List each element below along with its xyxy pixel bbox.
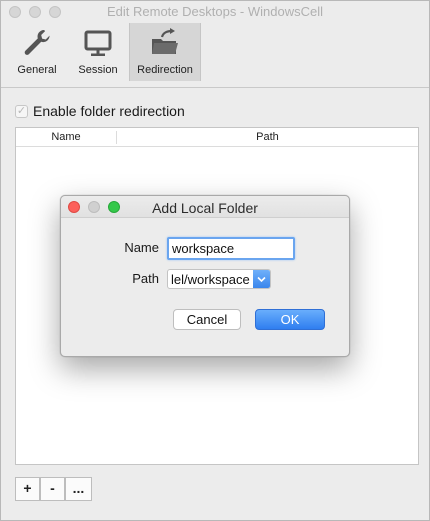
tab-general-label: General: [17, 64, 57, 76]
chevron-down-icon[interactable]: [253, 270, 270, 288]
path-label: Path: [132, 271, 159, 286]
add-local-folder-dialog: Add Local Folder Name Path lel/workspace…: [60, 195, 350, 357]
tab-redirection[interactable]: Redirection: [129, 23, 201, 81]
more-options-button[interactable]: ...: [65, 477, 92, 501]
column-header-name[interactable]: Name: [16, 131, 116, 143]
ok-button[interactable]: OK: [255, 309, 325, 330]
window-title: Edit Remote Desktops - WindowsCell: [106, 4, 324, 19]
cancel-button[interactable]: Cancel: [173, 309, 241, 330]
enable-folder-redirection-label: Enable folder redirection: [33, 103, 185, 119]
window-titlebar[interactable]: Edit Remote Desktops - WindowsCell: [1, 1, 429, 23]
dialog-titlebar[interactable]: Add Local Folder: [61, 196, 349, 218]
enable-folder-redirection-checkbox[interactable]: ✓: [15, 105, 28, 118]
path-select-value: lel/workspace: [171, 272, 250, 287]
tab-session-label: Session: [78, 64, 118, 76]
tab-redirection-label: Redirection: [137, 64, 193, 76]
folder-redirect-icon: [152, 28, 178, 54]
column-header-path[interactable]: Path: [117, 131, 418, 143]
preferences-toolbar: General Session Redirection: [1, 23, 429, 88]
remove-folder-button[interactable]: -: [40, 477, 65, 501]
add-folder-button[interactable]: +: [15, 477, 40, 501]
dialog-title: Add Local Folder: [152, 200, 258, 216]
wrench-icon: [24, 30, 50, 55]
monitor-icon: [84, 30, 112, 56]
name-label: Name: [124, 240, 159, 255]
path-select[interactable]: lel/workspace: [167, 269, 271, 289]
table-header: Name Path: [16, 128, 418, 147]
folder-name-input[interactable]: [167, 237, 295, 260]
tab-general[interactable]: General: [7, 23, 67, 81]
tab-session[interactable]: Session: [69, 23, 127, 81]
